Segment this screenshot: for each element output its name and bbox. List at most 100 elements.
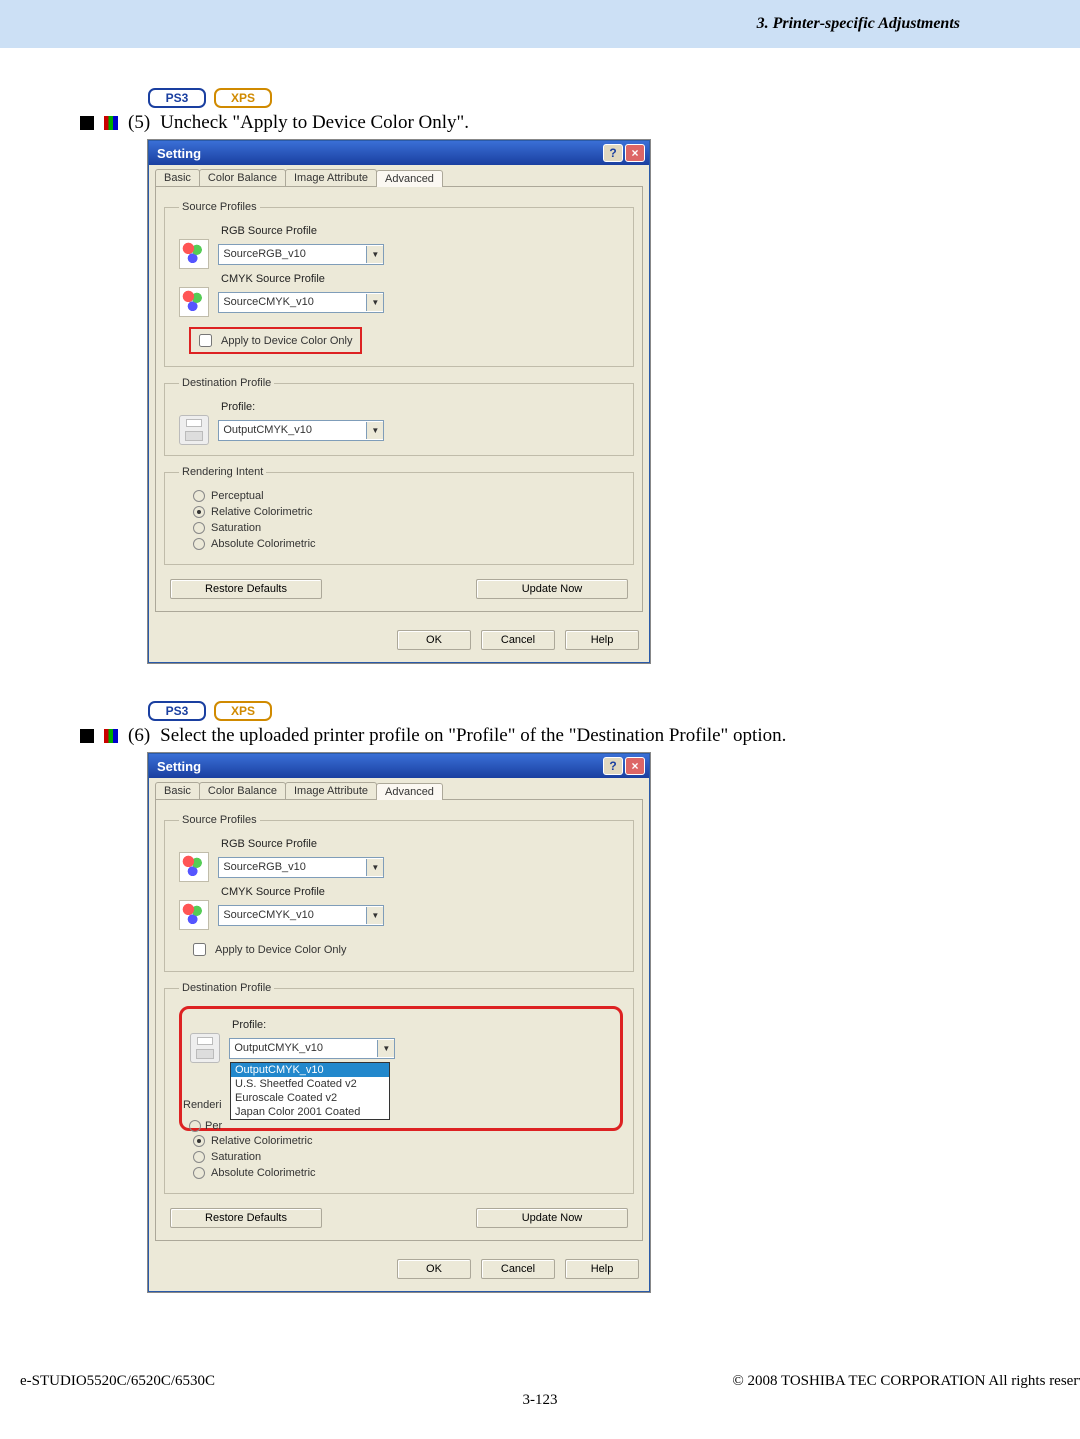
ok-button[interactable]: OK <box>397 1259 471 1279</box>
tab-basic[interactable]: Basic <box>155 169 200 186</box>
rendering-intent-legend: Rendering Intent <box>179 466 266 478</box>
rendering-intent-group: Rendering Intent Perceptual Relative Col… <box>164 466 634 565</box>
color-square-icon <box>104 729 118 743</box>
step-5: PS3 XPS (5) Uncheck "Apply to Device Col… <box>80 88 980 663</box>
dialog-title: Setting <box>157 759 201 774</box>
radio-saturation[interactable]: Saturation <box>193 522 623 534</box>
mono-square-icon <box>80 729 94 743</box>
mono-square-icon <box>80 116 94 130</box>
cmyk-source-label: CMYK Source Profile <box>221 886 623 898</box>
cmyk-swatch-icon <box>179 900 209 930</box>
apply-color-only-checkbox[interactable] <box>193 943 206 956</box>
step-6: PS3 XPS (6) Select the uploaded printer … <box>80 701 980 1292</box>
ok-button[interactable]: OK <box>397 630 471 650</box>
step-6-text: Select the uploaded printer profile on "… <box>160 725 786 747</box>
radio-relative[interactable]: Relative Colorimetric <box>193 1135 623 1147</box>
destination-profile-group: Destination Profile Profile: OutputCMYK_… <box>164 377 634 456</box>
tab-row: Basic Color Balance Image Attribute Adva… <box>149 165 649 186</box>
dropdown-option[interactable]: U.S. Sheetfed Coated v2 <box>231 1077 389 1091</box>
help-button[interactable]: ? <box>603 757 623 775</box>
cancel-button[interactable]: Cancel <box>481 630 555 650</box>
rgb-source-label: RGB Source Profile <box>221 225 623 237</box>
apply-color-only-label: Apply to Device Color Only <box>221 335 352 347</box>
step-5-number: (5) <box>128 112 150 134</box>
apply-color-only-checkbox[interactable] <box>199 334 212 347</box>
chevron-down-icon: ▼ <box>366 859 383 876</box>
section-header: 3. Printer-specific Adjustments <box>0 0 1080 48</box>
tab-row: Basic Color Balance Image Attribute Adva… <box>149 778 649 799</box>
radio-relative[interactable]: Relative Colorimetric <box>193 506 623 518</box>
cmyk-source-combo[interactable]: SourceCMYK_v10 ▼ <box>218 905 384 926</box>
destination-profile-legend: Destination Profile <box>179 982 274 994</box>
dest-profile-label: Profile: <box>232 1019 612 1031</box>
restore-defaults-button[interactable]: Restore Defaults <box>170 579 322 599</box>
dest-profile-combo[interactable]: OutputCMYK_v10 ▼ <box>218 420 384 441</box>
dialog-button-row: OK Cancel Help <box>149 1247 649 1291</box>
dest-profile-value: OutputCMYK_v10 <box>223 424 312 436</box>
apply-checkbox-highlight: Apply to Device Color Only <box>189 327 362 354</box>
cancel-button[interactable]: Cancel <box>481 1259 555 1279</box>
chevron-down-icon: ▼ <box>366 907 383 924</box>
tab-image-attribute[interactable]: Image Attribute <box>285 169 377 186</box>
radio-absolute[interactable]: Absolute Colorimetric <box>193 1167 623 1179</box>
dest-profile-combo[interactable]: OutputCMYK_v10 ▼ <box>229 1038 395 1059</box>
close-button[interactable]: × <box>625 144 645 162</box>
dialog-titlebar: Setting ? × <box>149 141 649 165</box>
footer-page-number: 3-123 <box>523 1392 558 1409</box>
rgb-source-value: SourceRGB_v10 <box>223 861 306 873</box>
tab-color-balance[interactable]: Color Balance <box>199 169 286 186</box>
tab-advanced[interactable]: Advanced <box>376 783 443 800</box>
render-label-truncated: Renderi <box>183 1099 222 1111</box>
destination-profile-group: Destination Profile Profile: OutputCMYK_… <box>164 982 634 1194</box>
dest-profile-dropdown[interactable]: OutputCMYK_v10 U.S. Sheetfed Coated v2 E… <box>230 1062 390 1120</box>
tab-advanced[interactable]: Advanced <box>376 170 443 187</box>
help-dialog-button[interactable]: Help <box>565 1259 639 1279</box>
dest-profile-label: Profile: <box>221 401 623 413</box>
setting-dialog-2: Setting ? × Basic Color Balance Image At… <box>148 753 650 1292</box>
rgb-source-combo[interactable]: SourceRGB_v10 ▼ <box>218 244 384 265</box>
source-profiles-legend: Source Profiles <box>179 814 260 826</box>
restore-defaults-button[interactable]: Restore Defaults <box>170 1208 322 1228</box>
dest-profile-value: OutputCMYK_v10 <box>234 1042 323 1054</box>
radio-absolute[interactable]: Absolute Colorimetric <box>193 538 623 550</box>
radio-saturation[interactable]: Saturation <box>193 1151 623 1163</box>
printer-icon <box>190 1033 220 1063</box>
update-now-button[interactable]: Update Now <box>476 579 628 599</box>
rgb-source-combo[interactable]: SourceRGB_v10 ▼ <box>218 857 384 878</box>
chevron-down-icon: ▼ <box>377 1040 394 1057</box>
setting-dialog-1: Setting ? × Basic Color Balance Image At… <box>148 140 650 663</box>
apply-color-only-label: Apply to Device Color Only <box>215 944 346 956</box>
chevron-down-icon: ▼ <box>366 422 383 439</box>
destination-profile-legend: Destination Profile <box>179 377 274 389</box>
chevron-down-icon: ▼ <box>366 294 383 311</box>
help-button[interactable]: ? <box>603 144 623 162</box>
close-button[interactable]: × <box>625 757 645 775</box>
footer-copyright: © 2008 TOSHIBA TEC CORPORATION All right… <box>732 1373 1080 1390</box>
rgb-swatch-icon <box>179 239 209 269</box>
color-square-icon <box>104 116 118 130</box>
dropdown-option[interactable]: Japan Color 2001 Coated <box>231 1105 389 1119</box>
footer-model: e-STUDIO5520C/6520C/6530C <box>20 1373 215 1390</box>
cmyk-source-label: CMYK Source Profile <box>221 273 623 285</box>
source-profiles-group: Source Profiles RGB Source Profile Sourc… <box>164 814 634 972</box>
source-profiles-group: Source Profiles RGB Source Profile Sourc… <box>164 201 634 367</box>
profile-highlight: Profile: OutputCMYK_v10 ▼ OutputCMYK_v10 <box>179 1006 623 1131</box>
cmyk-source-combo[interactable]: SourceCMYK_v10 ▼ <box>218 292 384 313</box>
tab-color-balance[interactable]: Color Balance <box>199 782 286 799</box>
dialog-title: Setting <box>157 146 201 161</box>
help-dialog-button[interactable]: Help <box>565 630 639 650</box>
dialog-button-row: OK Cancel Help <box>149 618 649 662</box>
dropdown-option[interactable]: Euroscale Coated v2 <box>231 1091 389 1105</box>
tab-image-attribute[interactable]: Image Attribute <box>285 782 377 799</box>
cmyk-source-value: SourceCMYK_v10 <box>223 909 314 921</box>
dialog-titlebar: Setting ? × <box>149 754 649 778</box>
step-5-text: Uncheck "Apply to Device Color Only". <box>160 112 469 134</box>
page-footer: e-STUDIO5520C/6520C/6530C © 2008 TOSHIBA… <box>0 1373 1080 1409</box>
tab-basic[interactable]: Basic <box>155 782 200 799</box>
radio-perceptual[interactable]: Perceptual <box>193 490 623 502</box>
update-now-button[interactable]: Update Now <box>476 1208 628 1228</box>
section-title: 3. Printer-specific Adjustments <box>757 15 960 33</box>
dropdown-option[interactable]: OutputCMYK_v10 <box>231 1063 389 1077</box>
cmyk-swatch-icon <box>179 287 209 317</box>
perceptual-truncated: Per <box>205 1120 222 1132</box>
